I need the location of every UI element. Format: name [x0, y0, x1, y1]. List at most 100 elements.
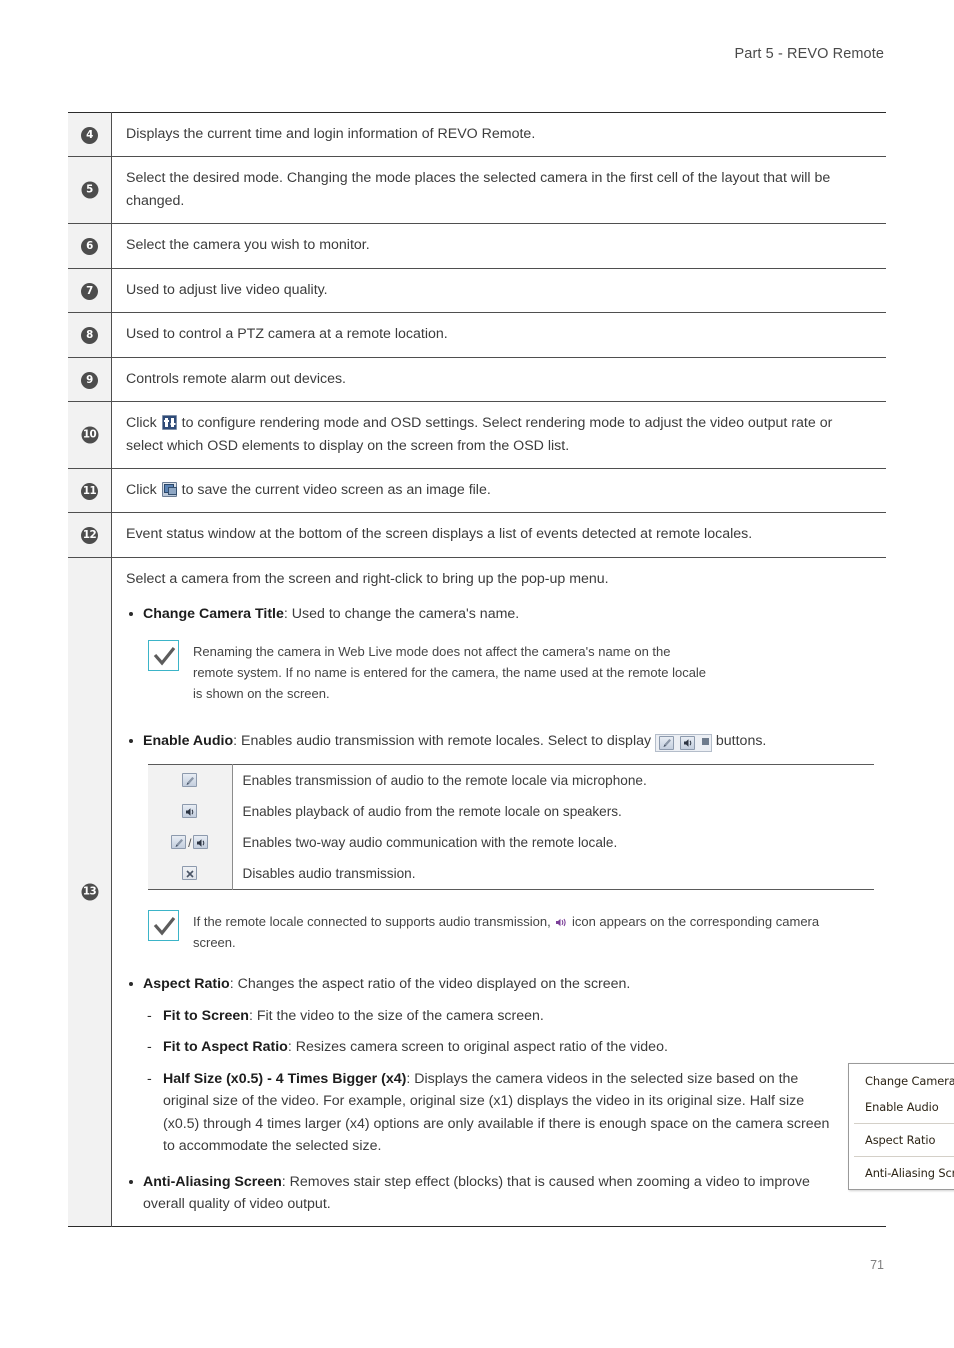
table-row: 13 Select a camera from the screen and r…: [68, 557, 954, 1227]
row-description: Select the desired mode. Changing the mo…: [111, 156, 886, 225]
microphone-icon: [182, 773, 198, 788]
table-row: Enables transmission of audio to the rem…: [148, 764, 874, 797]
row-description: Controls remote alarm out devices.: [111, 357, 886, 403]
speaker-icon: [193, 835, 209, 850]
spec-table: 4 Displays the current time and login in…: [68, 112, 954, 1228]
table-row: 4 Displays the current time and login in…: [68, 112, 886, 158]
term-anti-aliasing-screen: Anti-Aliasing Screen: [143, 1173, 282, 1190]
row-description: Used to adjust live video quality.: [111, 268, 886, 314]
bullet-change-camera-title: Change Camera Title: Used to change the …: [126, 603, 646, 625]
number-badge: 12: [81, 527, 98, 545]
bullet-enable-audio: Enable Audio: Enables audio transmission…: [126, 730, 874, 752]
page-number: 71: [870, 1258, 884, 1272]
save-image-icon: [161, 481, 177, 497]
table-row: / Enables two-way audio communication wi…: [148, 827, 874, 859]
menu-separator: [854, 1122, 954, 1124]
item13-intro: Select a camera from the screen and righ…: [126, 570, 609, 587]
audio-desc-cell: Enables two-way audio communication with…: [242, 835, 618, 851]
sub-item-fit-to-aspect-ratio: Fit to Aspect Ratio: Resizes camera scre…: [143, 1036, 874, 1059]
desc-fit-to-screen: : Fit the video to the size of the camer…: [248, 1007, 544, 1024]
term-fit-to-aspect-ratio: Fit to Aspect Ratio: [163, 1039, 288, 1056]
number-badge: 10: [81, 426, 98, 444]
term-fit-to-screen: Fit to Screen: [163, 1007, 249, 1024]
table-row: 10 Click to configure rendering mode and…: [68, 401, 886, 469]
bullet-aspect-ratio: Aspect Ratio: Changes the aspect ratio o…: [126, 973, 874, 995]
number-badge: 5: [81, 181, 98, 199]
render-settings-icon: [161, 415, 177, 431]
note-text-2: If the remote locale connected to suppor…: [193, 910, 848, 953]
bullet-anti-aliasing-screen: Anti-Aliasing Screen: Removes stair step…: [126, 1171, 846, 1216]
row-description: Select the camera you wish to monitor.: [111, 223, 886, 269]
number-badge: 11: [81, 482, 98, 500]
row-text-before-icon: Click: [126, 481, 157, 498]
note-text-2-before: If the remote locale connected to suppor…: [193, 914, 551, 930]
row-number-cell: 8: [68, 312, 112, 358]
purple-speaker-icon: [555, 913, 567, 927]
row-number-cell: 7: [68, 268, 112, 314]
audio-desc-cell: Disables audio transmission.: [242, 866, 416, 882]
number-badge: 8: [81, 327, 98, 345]
table-row: 8 Used to control a PTZ camera at a remo…: [68, 312, 886, 358]
audio-icon-cell: /: [148, 827, 233, 859]
menu-item-aspect-ratio[interactable]: Aspect Ratio: [849, 1127, 954, 1153]
audio-disabled-icon: [182, 866, 198, 881]
desc-fit-to-aspect-ratio: : Resizes camera screen to original aspe…: [287, 1039, 668, 1056]
row-description-item13: Select a camera from the screen and righ…: [112, 557, 954, 1227]
row-number-cell: 10: [68, 401, 112, 469]
table-row: 6 Select the camera you wish to monitor.: [68, 223, 886, 269]
audio-icon-cell: [148, 858, 233, 890]
audio-desc-cell: Enables playback of audio from the remot…: [242, 804, 622, 820]
note-box-2: If the remote locale connected to suppor…: [148, 910, 848, 953]
row-number-cell: 5: [68, 156, 112, 225]
desc-enable-audio-before: : Enables audio transmission with remote…: [233, 732, 652, 749]
table-row: Disables audio transmission.: [148, 858, 874, 890]
speaker-icon: [182, 804, 198, 819]
row-number-cell: 12: [68, 512, 112, 558]
table-row: 11 Click to save the current video scree…: [68, 468, 886, 514]
sub-item-fit-to-screen: Fit to Screen: Fit the video to the size…: [143, 1005, 874, 1028]
desc-aspect-ratio: : Changes the aspect ratio of the video …: [229, 976, 631, 993]
row-number-cell: 11: [68, 468, 112, 514]
term-half-size: Half Size (x0.5) - 4 Times Bigger (x4): [163, 1070, 407, 1087]
row-text-after-icon: to configure rendering mode and OSD sett…: [126, 415, 833, 454]
row-description: Displays the current time and login info…: [111, 112, 886, 158]
row-number-cell: 4: [68, 112, 112, 158]
row-number-cell: 13: [68, 557, 112, 1227]
audio-icon-cell: [148, 764, 233, 797]
number-badge: 13: [81, 883, 98, 901]
microphone-icon: [659, 735, 675, 750]
menu-item-aspect-ratio-label: Aspect Ratio: [865, 1132, 936, 1147]
row-number-cell: 6: [68, 223, 112, 269]
table-row: 5 Select the desired mode. Changing the …: [68, 156, 886, 225]
running-head: Part 5 - REVO Remote: [734, 46, 884, 62]
row-text-after-icon: to save the current video screen as an i…: [181, 481, 491, 498]
speaker-icon: [679, 735, 695, 750]
table-row: 7 Used to adjust live video quality.: [68, 268, 886, 314]
context-menu[interactable]: Change Camera Title Enable Audio Aspect …: [848, 1062, 954, 1190]
term-enable-audio: Enable Audio: [143, 732, 234, 749]
audio-off-icon: [701, 737, 709, 745]
sub-item-half-size: Half Size (x0.5) - 4 Times Bigger (x4): …: [143, 1068, 843, 1158]
row-description: Click to save the current video screen a…: [111, 468, 886, 514]
menu-item-enable-audio[interactable]: Enable Audio: [849, 1094, 954, 1120]
checkmark-icon: [148, 639, 179, 671]
note-text-1: Renaming the camera in Web Live mode doe…: [193, 643, 707, 701]
audio-buttons-group-icon: [655, 733, 712, 752]
table-row: Enables playback of audio from the remot…: [148, 796, 874, 828]
audio-desc-cell: Enables transmission of audio to the rem…: [242, 773, 647, 789]
table-row: 9 Controls remote alarm out devices.: [68, 357, 886, 403]
row-description: Click to configure rendering mode and OS…: [111, 401, 886, 469]
desc-enable-audio-after: buttons.: [715, 732, 767, 749]
row-description: Event status window at the bottom of the…: [111, 512, 886, 558]
menu-separator: [854, 1155, 954, 1157]
number-badge: 7: [81, 282, 98, 300]
menu-item-anti-aliasing-screen[interactable]: Anti-Aliasing Screen: [849, 1160, 954, 1186]
number-badge: 4: [81, 127, 98, 144]
menu-item-change-camera-title[interactable]: Change Camera Title: [849, 1068, 954, 1094]
table-row: 12 Event status window at the bottom of …: [68, 512, 886, 558]
audio-icon-table: Enables transmission of audio to the rem…: [148, 764, 874, 891]
number-badge: 9: [81, 371, 98, 389]
row-number-cell: 9: [68, 357, 112, 403]
term-aspect-ratio: Aspect Ratio: [143, 976, 230, 993]
number-badge: 6: [81, 238, 98, 256]
